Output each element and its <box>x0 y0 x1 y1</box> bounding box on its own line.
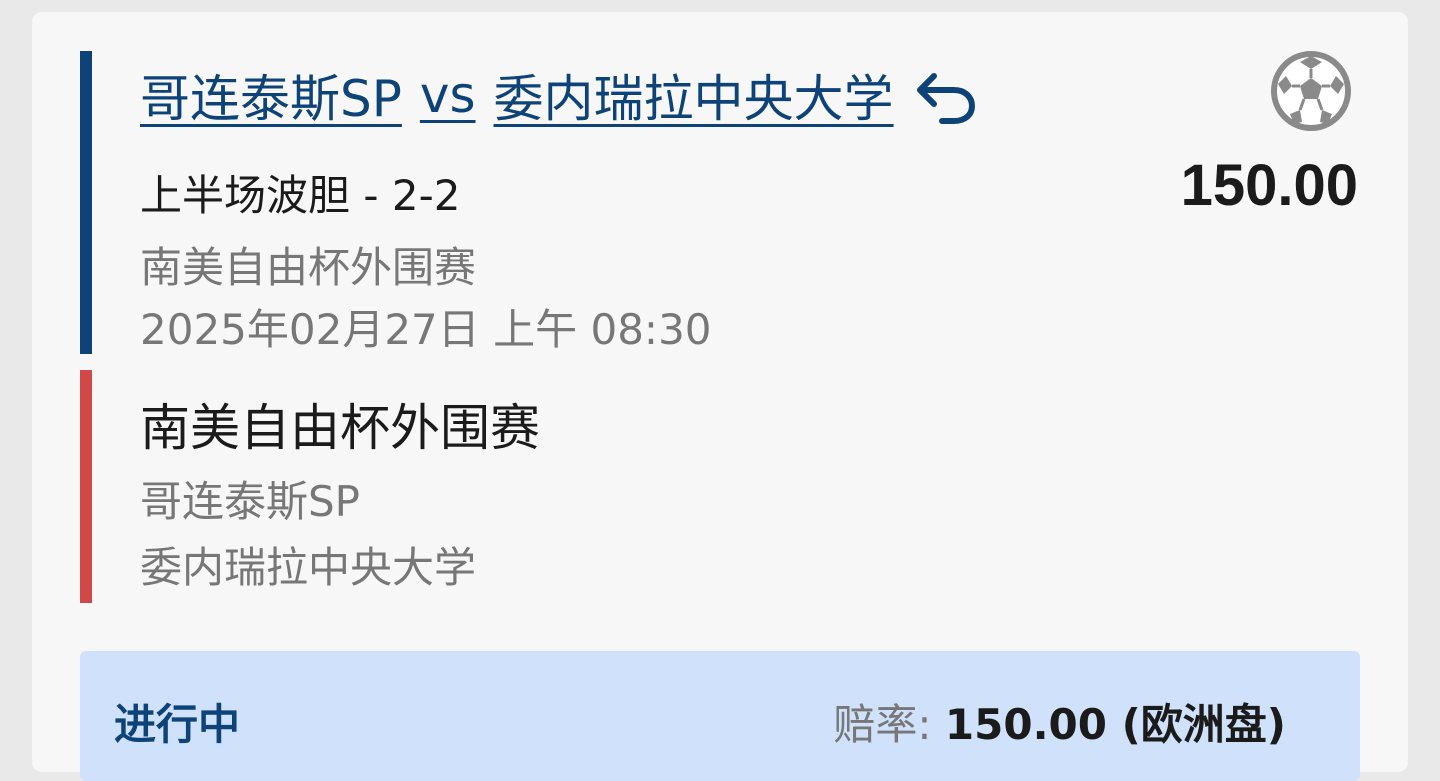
away-team-link[interactable]: 委内瑞拉中央大学 <box>494 59 894 131</box>
match-title: 哥连泰斯SP vs 委内瑞拉中央大学 <box>140 58 978 132</box>
soccer-ball-icon <box>1270 50 1352 132</box>
event-league: 南美自由杯外围赛 <box>140 399 540 457</box>
odds-value-large: 150.00 <box>1180 153 1358 218</box>
odds-value: 150.00 (欧洲盘) <box>944 700 1286 749</box>
home-team-link[interactable]: 哥连泰斯SP <box>140 59 402 131</box>
bet-card: 哥连泰斯SP vs 委内瑞拉中央大学 150.00 上半场波胆 - 2-2 南美… <box>32 12 1408 781</box>
status-label: 进行中 <box>114 700 241 749</box>
bet-accent-bar <box>80 51 92 354</box>
bet-league: 南美自由杯外围赛 <box>140 243 477 292</box>
event-team-1: 哥连泰斯SP <box>140 477 360 526</box>
odds-summary: 赔率: 150.00 (欧洲盘) <box>833 691 1286 752</box>
undo-arrow-icon[interactable] <box>912 62 978 128</box>
event-team-2: 委内瑞拉中央大学 <box>140 543 477 592</box>
odds-label: 赔率: <box>833 700 932 749</box>
bet-market: 上半场波胆 - 2-2 <box>140 171 461 220</box>
bet-datetime: 2025年02月27日 上午 08:30 <box>140 305 712 354</box>
vs-link[interactable]: vs <box>420 66 476 124</box>
event-accent-bar <box>80 370 92 603</box>
status-bar: 进行中 赔率: 150.00 (欧洲盘) <box>80 651 1360 781</box>
